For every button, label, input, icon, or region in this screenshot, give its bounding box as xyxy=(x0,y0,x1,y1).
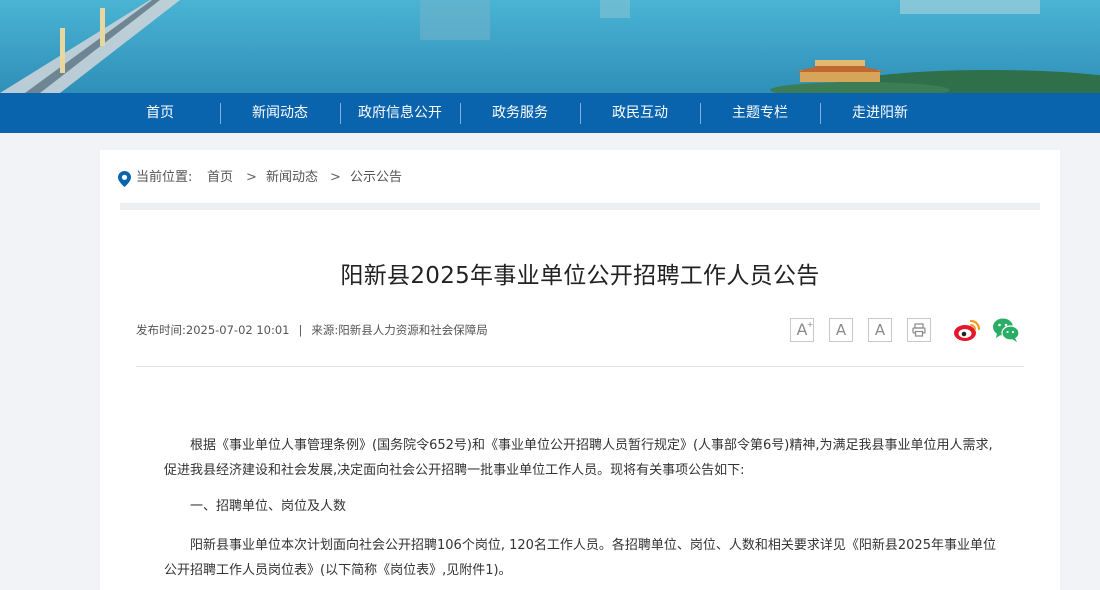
article-card: 当前位置: 首页 > 新闻动态 > 公示公告 阳新县2025年事业单位公开招聘工… xyxy=(100,150,1060,590)
meta-separator: | xyxy=(298,323,303,337)
font-decrease-button[interactable]: A xyxy=(868,318,892,342)
weibo-icon xyxy=(954,319,981,341)
article-title: 阳新县2025年事业单位公开招聘工作人员公告 xyxy=(340,263,820,289)
header-banner xyxy=(0,0,1100,93)
publish-time: 发布时间:2025-07-02 10:01 xyxy=(136,323,290,337)
breadcrumb-separator: > xyxy=(330,170,341,185)
meta-divider xyxy=(136,366,1024,367)
nav-item-topics[interactable]: 主题专栏 xyxy=(700,93,820,133)
share-wechat-button[interactable] xyxy=(992,316,1020,344)
breadcrumb: 当前位置: 首页 > 新闻动态 > 公示公告 xyxy=(118,168,518,188)
breadcrumb-home[interactable]: 首页 xyxy=(207,168,233,188)
font-decrease-icon: A xyxy=(874,321,886,339)
print-icon xyxy=(912,323,926,337)
article-section-heading: 一、招聘单位、岗位及人数 xyxy=(190,499,347,514)
article-paragraph: 根据《事业单位人事管理条例》(国务院令652号)和《事业单位公开招聘人员暂行规定… xyxy=(164,438,993,478)
breadcrumb-news[interactable]: 新闻动态 xyxy=(266,168,318,188)
nav-item-gov-services[interactable]: 政务服务 xyxy=(460,93,580,133)
font-medium-icon: A xyxy=(835,321,847,339)
font-increase-icon: A + xyxy=(796,320,814,339)
nav-item-gov-info[interactable]: 政府信息公开 xyxy=(340,93,460,133)
article-meta: 发布时间:2025-07-02 10:01 | 来源:阳新县人力资源和社会保障局 xyxy=(136,322,488,338)
share-weibo-button[interactable] xyxy=(953,316,981,344)
breadcrumb-divider xyxy=(120,203,1040,210)
article-source: 来源:阳新县人力资源和社会保障局 xyxy=(311,323,488,337)
font-medium-button[interactable]: A xyxy=(829,318,853,342)
breadcrumb-separator: > xyxy=(246,170,257,185)
breadcrumb-notices[interactable]: 公示公告 xyxy=(350,168,402,188)
banner-landscape-image xyxy=(0,0,1100,93)
breadcrumb-label: 当前位置: xyxy=(136,170,193,185)
font-increase-button[interactable]: A + xyxy=(790,318,814,342)
main-navigation: 首页 新闻动态 政府信息公开 政务服务 政民互动 主题专栏 走进阳新 xyxy=(0,93,1100,133)
wechat-icon xyxy=(993,318,1020,342)
nav-item-news[interactable]: 新闻动态 xyxy=(220,93,340,133)
location-pin-icon xyxy=(118,171,131,194)
nav-item-about[interactable]: 走进阳新 xyxy=(820,93,940,133)
nav-item-interaction[interactable]: 政民互动 xyxy=(580,93,700,133)
nav-item-home[interactable]: 首页 xyxy=(100,93,220,133)
article-paragraph: 阳新县事业单位本次计划面向社会公开招聘106个岗位, 120名工作人员。各招聘单… xyxy=(164,538,996,578)
print-button[interactable] xyxy=(907,318,931,342)
